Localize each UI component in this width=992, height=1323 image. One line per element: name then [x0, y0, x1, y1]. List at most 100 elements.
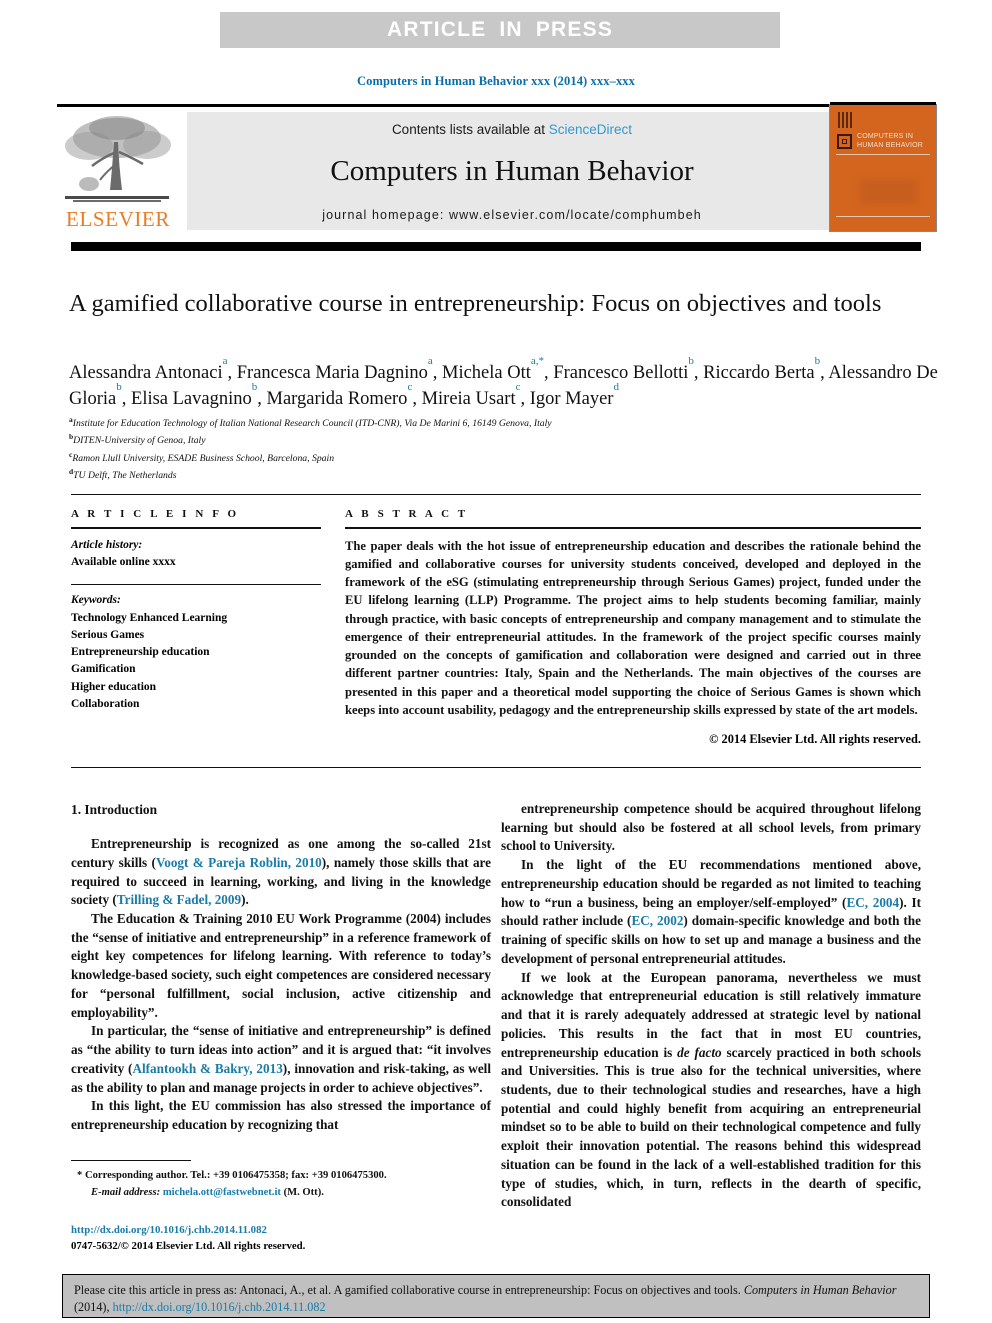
- affiliation-item: bDITEN-University of Genoa, Italy: [69, 432, 206, 447]
- elsevier-wordmark: ELSEVIER: [66, 207, 170, 231]
- footnote-corresponding-text: Corresponding author. Tel.: +39 01064753…: [84, 1170, 387, 1182]
- affiliation-list: aInstitute for Education Technology of I…: [69, 414, 829, 483]
- keyword-item: Collaboration: [71, 697, 140, 710]
- title-block: A gamified collaborative course in entre…: [69, 288, 929, 319]
- citation-reference-link[interactable]: EC, 2004: [846, 895, 899, 910]
- affiliation-item: cRamon Llull University, ESADE Business …: [69, 449, 335, 464]
- cover-rule-2: [836, 216, 930, 217]
- doi-block: http://dx.doi.org/10.1016/j.chb.2014.11.…: [71, 1222, 501, 1254]
- author-affiliation-marker: c: [515, 380, 521, 393]
- citation-reference-link[interactable]: EC, 2002: [631, 913, 683, 928]
- body-column-right: entrepreneurship competence should be ac…: [501, 800, 921, 1212]
- affiliation-item: dTU Delft, The Netherlands: [69, 466, 177, 482]
- citation-doi-link[interactable]: http://dx.doi.org/10.1016/j.chb.2014.11.…: [113, 1300, 326, 1314]
- body-paragraph: In particular, the “sense of initiative …: [71, 1023, 492, 1095]
- running-head: Computers in Human Behavior xxx (2014) x…: [357, 74, 635, 88]
- journal-homepage[interactable]: journal homepage: www.elsevier.com/locat…: [322, 208, 702, 222]
- elsevier-tree-icon: [65, 116, 171, 202]
- author-name: Michela Ott: [442, 363, 531, 383]
- author-name: Igor Mayer: [529, 389, 614, 410]
- keyword-list: Technology Enhanced Learning Serious Game…: [71, 610, 321, 714]
- corresponding-author-footnote: * Corresponding author. Tel.: +39 010647…: [71, 1160, 491, 1201]
- abstract-column: A B S T R A C T The paper deals with the…: [345, 508, 921, 747]
- author-affiliation-marker: b: [251, 380, 258, 393]
- header-thick-divider: [71, 242, 921, 251]
- email-address-link[interactable]: michela.ott@fastwebnet.it: [163, 1187, 281, 1198]
- article-in-press-banner: ARTICLE IN PRESS: [220, 12, 780, 48]
- body-paragraph: In the light of the EU recommendations m…: [501, 857, 922, 966]
- cover-rule-1: [836, 154, 930, 155]
- body-paragraph: In this light, the EU commission has als…: [71, 1098, 491, 1133]
- body-paragraph: The Education & Training 2010 EU Work Pr…: [71, 910, 491, 1020]
- email-owner: (M. Ott).: [283, 1186, 324, 1198]
- author-affiliation-marker: d: [613, 380, 619, 393]
- article-info-column: A R T I C L E I N F O Article history: A…: [71, 508, 321, 713]
- keyword-item: Higher education: [71, 680, 157, 693]
- elsevier-logo: ELSEVIER: [59, 112, 177, 232]
- qr-code-icon: [838, 112, 854, 128]
- page-title: A gamified collaborative course in entre…: [69, 290, 882, 317]
- journal-masthead: ELSEVIER Contents lists available at Sci…: [57, 102, 937, 234]
- article-in-press-label: ARTICLE IN PRESS: [386, 18, 614, 41]
- contents-prefix: Contents lists available at: [391, 122, 549, 137]
- sciencedirect-link[interactable]: ScienceDirect: [549, 122, 632, 137]
- author-name: Francesco Bellotti: [553, 363, 689, 383]
- author-affiliation-marker: b: [688, 354, 694, 367]
- body-paragraph: If we look at the European panorama, nev…: [501, 969, 922, 1210]
- author-name: Francesca Maria Dagnino: [236, 363, 428, 383]
- author-name: Margarida Romero: [266, 389, 408, 410]
- author-name: Alessandra Antonaci: [69, 363, 223, 383]
- cover-journal-name: COMPUTERS IN HUMAN BEHAVIOR: [857, 133, 924, 149]
- affiliation-item: aInstitute for Education Technology of I…: [69, 415, 552, 430]
- article-history-label: Article history:: [71, 538, 143, 551]
- body-paragraph: entrepreneurship competence should be ac…: [501, 801, 921, 854]
- right-paragraphs: entrepreneurship competence should be ac…: [501, 800, 921, 1212]
- body-column-left: 1. Introduction Entrepreneurship is reco…: [71, 800, 491, 1135]
- left-paragraphs: Entrepreneurship is recognized as one am…: [71, 835, 491, 1135]
- abstract-underline: [345, 527, 921, 529]
- keyword-item: Technology Enhanced Learning: [71, 611, 228, 624]
- keyword-item: Gamification: [71, 663, 136, 676]
- doi-link[interactable]: http://dx.doi.org/10.1016/j.chb.2014.11.…: [71, 1222, 501, 1238]
- issn-copyright-line: 0747-5632/© 2014 Elsevier Ltd. All right…: [71, 1240, 306, 1253]
- section-heading-introduction: 1. Introduction: [71, 802, 158, 817]
- author-name: Riccardo Berta: [703, 363, 815, 383]
- citation-journal: Computers in Human Behavior: [743, 1283, 897, 1297]
- cover-top-rule: [830, 102, 936, 105]
- abstract-heading: A B S T R A C T: [345, 508, 469, 520]
- keyword-item: Entrepreneurship education: [71, 646, 210, 659]
- citation-reference-link[interactable]: Trilling & Fadel, 2009: [117, 892, 241, 907]
- author-affiliation-marker: a,*: [530, 354, 545, 367]
- author-affiliation-marker: a: [222, 354, 228, 367]
- citation-reference-link[interactable]: Alfantookh & Bakry, 2013: [132, 1061, 282, 1076]
- author-list: Alessandra Antonacia, Francesca Maria Da…: [69, 354, 938, 410]
- citation-year: (2014),: [74, 1300, 113, 1315]
- cover-image-placeholder: [860, 179, 918, 205]
- journal-cover-thumbnail: COMPUTERS IN HUMAN BEHAVIOR: [829, 102, 937, 232]
- journal-info-box: Contents lists available at ScienceDirec…: [187, 112, 837, 230]
- info-band-bottom-rule: [71, 767, 921, 768]
- author-affiliation-marker: c: [407, 380, 413, 393]
- author-affiliation-marker: b: [116, 380, 122, 393]
- citation-prefix: Please cite this article in press as: An…: [74, 1283, 744, 1297]
- footnote-email-line: E-mail address: michela.ott@fastwebnet.i…: [71, 1185, 491, 1201]
- author-affiliation-marker: b: [814, 354, 821, 367]
- info-divider: [71, 584, 321, 586]
- body-paragraph: Entrepreneurship is recognized as one am…: [71, 836, 492, 908]
- journal-emblem-icon: [837, 134, 852, 149]
- author-name: Mireia Usart: [421, 389, 516, 410]
- cite-this-article-box: Please cite this article in press as: An…: [62, 1274, 930, 1318]
- author-affiliation-marker: a: [427, 354, 433, 367]
- citation-reference-link[interactable]: Voogt & Pareja Roblin, 2010: [156, 855, 322, 870]
- footnote-corresponding-line: * Corresponding author. Tel.: +39 010647…: [71, 1168, 491, 1184]
- keywords-label: Keywords:: [71, 594, 121, 607]
- info-band-top-rule: [71, 494, 921, 495]
- author-name: Elisa Lavagnino: [131, 389, 252, 410]
- article-info-underline: [71, 527, 321, 529]
- footnote-rule: [71, 1160, 191, 1162]
- footnote-marker: *: [77, 1170, 83, 1182]
- keyword-item: Serious Games: [71, 628, 145, 641]
- email-address-label: E-mail address:: [91, 1186, 161, 1198]
- journal-title: Computers in Human Behavior: [330, 155, 694, 187]
